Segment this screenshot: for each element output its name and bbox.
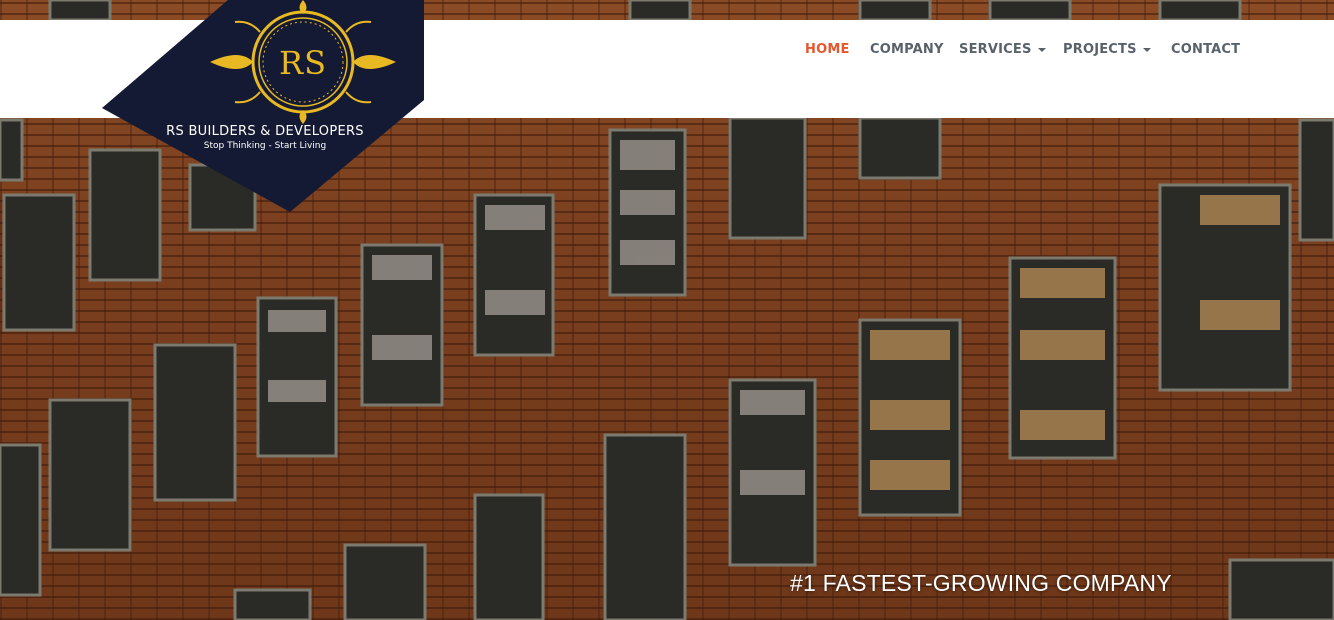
logo-monogram: RS (278, 44, 327, 82)
chevron-down-icon (1037, 47, 1046, 52)
brand-tagline: Stop Thinking - Start Living (203, 141, 327, 151)
brand-name: RS BUILDERS & DEVELOPERS (166, 124, 364, 139)
site-logo[interactable]: RS RS BUILDERS & DEVELOPERS Stop Thinkin… (100, 0, 426, 212)
nav-services-label: SERVICES (959, 42, 1032, 57)
nav-contact[interactable]: CONTACT (1171, 42, 1240, 57)
hero-headline: #1 FASTEST-GROWING COMPANY (790, 570, 1172, 596)
nav-services[interactable]: SERVICES (959, 42, 1046, 57)
logo-badge-icon (102, 0, 424, 212)
chevron-down-icon (1142, 47, 1151, 52)
nav-projects[interactable]: PROJECTS (1063, 42, 1151, 57)
nav-projects-label: PROJECTS (1063, 42, 1137, 57)
nav-company[interactable]: COMPANY (870, 42, 944, 57)
nav-home[interactable]: HOME (805, 42, 850, 57)
